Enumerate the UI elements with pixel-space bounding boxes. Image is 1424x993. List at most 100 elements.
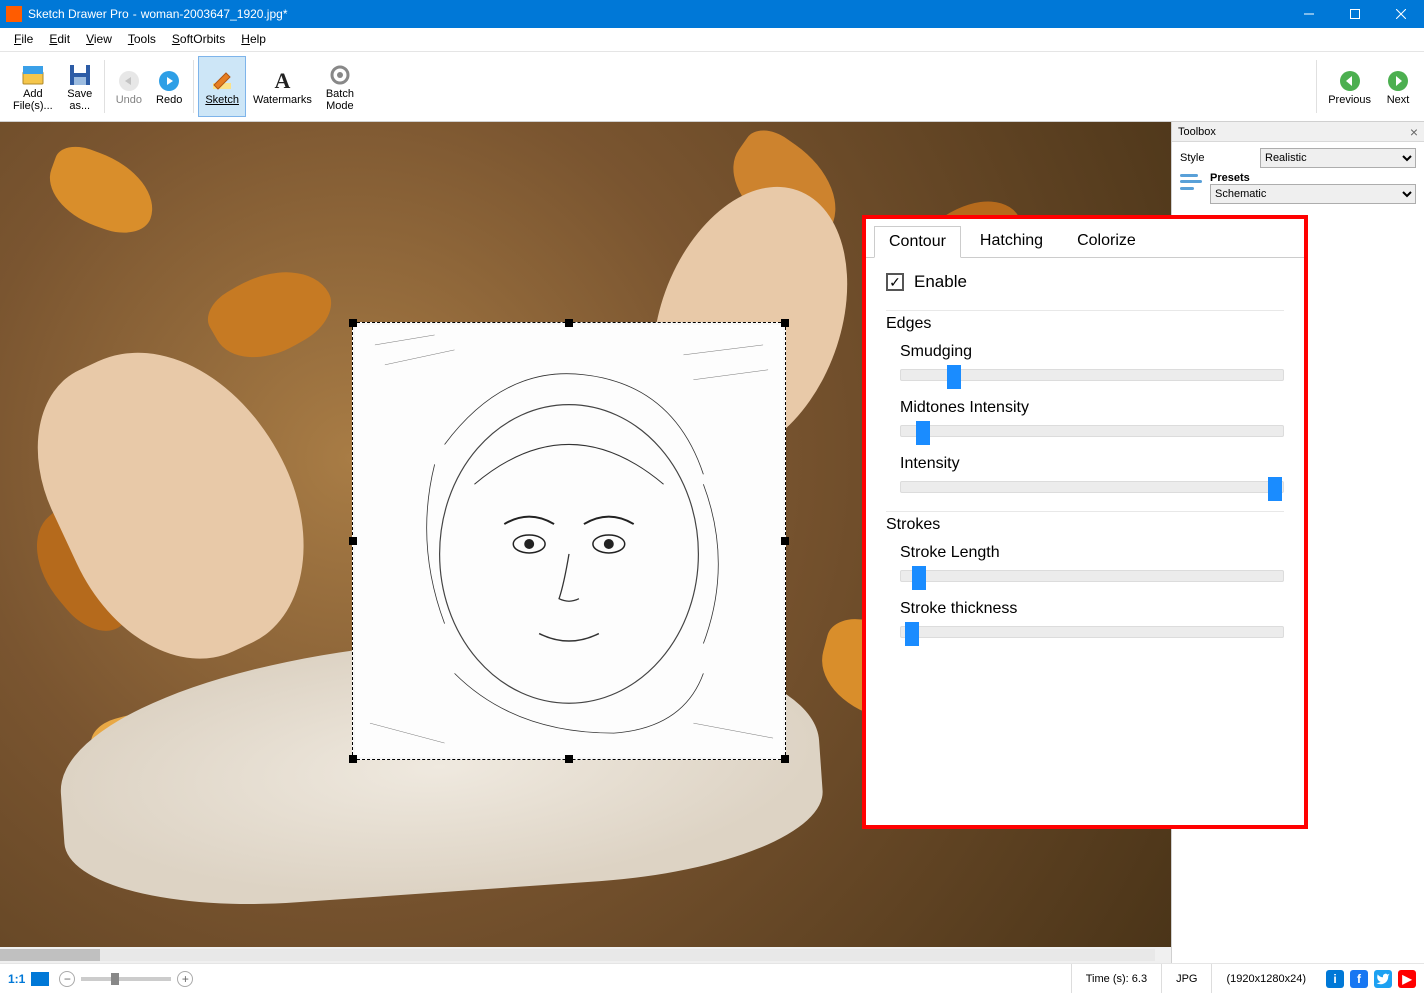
save-icon	[67, 62, 93, 88]
zoom-slider[interactable]	[81, 977, 171, 981]
minimize-button[interactable]	[1286, 0, 1332, 28]
stroke-thickness-slider[interactable]	[900, 626, 1284, 638]
undo-label: Undo	[116, 94, 142, 106]
facebook-icon[interactable]: f	[1350, 970, 1368, 988]
maximize-button[interactable]	[1332, 0, 1378, 28]
toolbox-header: Toolbox ×	[1172, 122, 1424, 142]
handle-sw[interactable]	[349, 755, 357, 763]
menu-file[interactable]: File	[6, 28, 41, 51]
status-format: JPG	[1161, 964, 1211, 993]
status-time: Time (s): 6.3	[1071, 964, 1161, 993]
slider-thumb[interactable]	[1268, 477, 1282, 501]
enable-checkbox[interactable]: ✓ Enable	[886, 272, 1284, 292]
callout-panel: Contour Hatching Colorize ✓ Enable Edges…	[862, 215, 1308, 829]
horizontal-scrollbar[interactable]	[0, 947, 1171, 963]
toolbar: AddFile(s)... Saveas... Undo Redo Sketch…	[0, 52, 1424, 122]
handle-w[interactable]	[349, 537, 357, 545]
undo-button[interactable]: Undo	[109, 56, 149, 117]
scale-button[interactable]: 1:1	[8, 972, 25, 986]
stroke-thickness-label: Stroke thickness	[900, 600, 1284, 618]
zoom-out-button[interactable]: −	[59, 971, 75, 987]
slider-thumb[interactable]	[905, 622, 919, 646]
tab-hatching[interactable]: Hatching	[965, 225, 1058, 257]
batch-button[interactable]: BatchMode	[319, 56, 361, 117]
menu-tools[interactable]: Tools	[120, 28, 164, 51]
redo-icon	[156, 68, 182, 94]
youtube-icon[interactable]: ▶	[1398, 970, 1416, 988]
sketch-label: Sketch	[205, 94, 239, 106]
midtones-label: Midtones Intensity	[900, 399, 1284, 417]
add-files-label: AddFile(s)...	[13, 88, 53, 112]
style-label: Style	[1180, 152, 1260, 164]
batch-label: BatchMode	[326, 88, 354, 112]
smudging-slider[interactable]	[900, 369, 1284, 381]
twitter-icon[interactable]	[1374, 970, 1392, 988]
next-button[interactable]: Next	[1378, 56, 1418, 117]
gear-icon	[327, 62, 353, 88]
menubar: File Edit View Tools SoftOrbits Help	[0, 28, 1424, 52]
menu-view[interactable]: View	[78, 28, 120, 51]
stroke-length-label: Stroke Length	[900, 544, 1284, 562]
handle-s[interactable]	[565, 755, 573, 763]
callout-tabs: Contour Hatching Colorize	[866, 219, 1304, 258]
edges-title: Edges	[886, 315, 1284, 333]
app-icon	[6, 6, 22, 22]
sketch-button[interactable]: Sketch	[198, 56, 246, 117]
sketch-icon	[209, 68, 235, 94]
presets-select[interactable]: Schematic	[1210, 184, 1416, 204]
close-button[interactable]	[1378, 0, 1424, 28]
toolbox-close-icon[interactable]: ×	[1410, 124, 1418, 140]
save-as-button[interactable]: Saveas...	[60, 56, 100, 117]
titlebar: Sketch Drawer Pro - woman-2003647_1920.j…	[0, 0, 1424, 28]
presets-label: Presets	[1210, 172, 1416, 184]
save-as-label: Saveas...	[67, 88, 92, 112]
previous-icon	[1337, 68, 1363, 94]
handle-n[interactable]	[565, 319, 573, 327]
watermarks-label: Watermarks	[253, 94, 312, 106]
handle-nw[interactable]	[349, 319, 357, 327]
info-icon[interactable]: i	[1326, 970, 1344, 988]
strokes-title: Strokes	[886, 516, 1284, 534]
toolbox-title: Toolbox	[1178, 126, 1216, 138]
smudging-label: Smudging	[900, 343, 1284, 361]
fit-to-screen-icon[interactable]	[31, 972, 49, 986]
previous-label: Previous	[1328, 94, 1371, 106]
selection-rect[interactable]	[352, 322, 786, 760]
previous-button[interactable]: Previous	[1321, 56, 1378, 117]
zoom-in-button[interactable]: +	[177, 971, 193, 987]
sketch-preview	[355, 325, 783, 757]
style-select[interactable]: Realistic	[1260, 148, 1416, 168]
title-app-name: Sketch Drawer Pro	[28, 7, 129, 21]
add-files-button[interactable]: AddFile(s)...	[6, 56, 60, 117]
watermarks-button[interactable]: A Watermarks	[246, 56, 319, 117]
status-dimensions: (1920x1280x24)	[1211, 964, 1320, 993]
enable-label: Enable	[914, 272, 967, 292]
stroke-length-slider[interactable]	[900, 570, 1284, 582]
presets-icon	[1180, 172, 1204, 192]
tab-colorize[interactable]: Colorize	[1062, 225, 1151, 257]
menu-edit[interactable]: Edit	[41, 28, 78, 51]
handle-ne[interactable]	[781, 319, 789, 327]
next-icon	[1385, 68, 1411, 94]
menu-softorbits[interactable]: SoftOrbits	[164, 28, 233, 51]
intensity-slider[interactable]	[900, 481, 1284, 493]
tab-contour[interactable]: Contour	[874, 226, 961, 258]
redo-label: Redo	[156, 94, 182, 106]
checkbox-icon: ✓	[886, 273, 904, 291]
slider-thumb[interactable]	[916, 421, 930, 445]
watermarks-icon: A	[269, 68, 295, 94]
slider-thumb[interactable]	[111, 973, 119, 985]
title-doc-name: woman-2003647_1920.jpg*	[141, 7, 288, 21]
redo-button[interactable]: Redo	[149, 56, 189, 117]
menu-help[interactable]: Help	[233, 28, 274, 51]
slider-thumb[interactable]	[912, 566, 926, 590]
slider-thumb[interactable]	[947, 365, 961, 389]
handle-se[interactable]	[781, 755, 789, 763]
intensity-label: Intensity	[900, 455, 1284, 473]
next-label: Next	[1387, 94, 1410, 106]
handle-e[interactable]	[781, 537, 789, 545]
midtones-slider[interactable]	[900, 425, 1284, 437]
add-files-icon	[20, 62, 46, 88]
undo-icon	[116, 68, 142, 94]
bottombar: 1:1 − + Time (s): 6.3 JPG (1920x1280x24)…	[0, 963, 1424, 993]
